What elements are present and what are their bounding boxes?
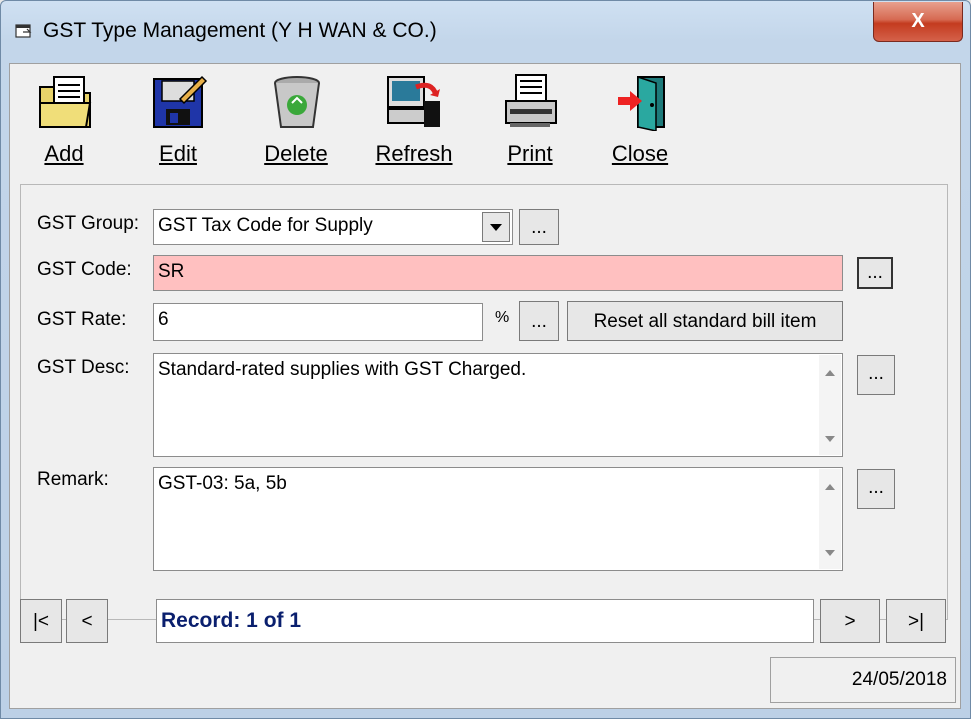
gst-group-browse-button[interactable]: ... xyxy=(519,209,559,245)
close-label: Close xyxy=(611,141,669,166)
app-icon xyxy=(15,24,32,38)
form-panel: GST Group: GST Tax Code for Supply ... G… xyxy=(20,184,948,620)
exit-door-icon xyxy=(618,75,665,131)
add-button[interactable]: Add xyxy=(14,69,114,177)
close-window-button[interactable]: X xyxy=(873,2,963,42)
client-area: Add Edit Delete Refresh Print Close GST … xyxy=(9,63,961,709)
scroll-up-icon xyxy=(825,370,835,376)
floppy-pencil-icon xyxy=(153,75,208,128)
refresh-button[interactable]: Refresh xyxy=(364,69,464,177)
percent-sign: % xyxy=(495,309,510,326)
gst-code-label: GST Code: xyxy=(37,259,132,280)
record-indicator: Record: 1 of 1 xyxy=(156,599,814,643)
scroll-up-icon xyxy=(825,484,835,490)
previous-record-button[interactable]: < xyxy=(66,599,108,643)
remark-value: GST-03: 5a, 5b xyxy=(158,473,287,494)
gst-rate-browse-button[interactable]: ... xyxy=(519,301,559,341)
window-title: GST Type Management (Y H WAN & CO.) xyxy=(43,19,437,42)
gst-desc-label: GST Desc: xyxy=(37,357,130,378)
last-record-button[interactable]: >| xyxy=(886,599,946,643)
desc-scrollbar[interactable] xyxy=(819,355,841,455)
gst-group-select[interactable]: GST Tax Code for Supply xyxy=(153,209,513,245)
remark-scrollbar[interactable] xyxy=(819,469,841,569)
gst-desc-browse-button[interactable]: ... xyxy=(857,355,895,395)
refresh-label: Refresh xyxy=(375,141,453,166)
gst-desc-textarea[interactable]: Standard-rated supplies with GST Charged… xyxy=(153,353,843,457)
printer-icon xyxy=(505,74,557,127)
gst-group-value: GST Tax Code for Supply xyxy=(158,215,373,236)
reset-standard-bill-button[interactable]: Reset all standard bill item xyxy=(567,301,843,341)
gst-rate-label: GST Rate: xyxy=(37,309,127,330)
print-button[interactable]: Print xyxy=(480,69,580,177)
remark-label: Remark: xyxy=(37,469,109,490)
status-date: 24/05/2018 xyxy=(770,657,956,703)
folder-document-icon xyxy=(39,76,92,128)
gst-code-input[interactable]: SR xyxy=(153,255,843,291)
dropdown-arrow-button[interactable] xyxy=(482,212,510,242)
scroll-down-icon xyxy=(825,436,835,442)
edit-button[interactable]: Edit xyxy=(128,69,228,177)
remark-textarea[interactable]: GST-03: 5a, 5b xyxy=(153,467,843,571)
recycle-bin-icon xyxy=(274,76,320,128)
computer-refresh-icon xyxy=(387,76,440,127)
delete-label: Delete xyxy=(264,141,328,166)
main-window: GST Type Management (Y H WAN & CO.) X Ad… xyxy=(0,0,971,719)
chevron-down-icon xyxy=(490,224,502,231)
remark-browse-button[interactable]: ... xyxy=(857,469,895,509)
gst-desc-value: Standard-rated supplies with GST Charged… xyxy=(158,359,527,380)
next-record-button[interactable]: > xyxy=(820,599,880,643)
delete-button[interactable]: Delete xyxy=(246,69,346,177)
gst-group-label: GST Group: xyxy=(37,213,140,234)
title-bar[interactable]: GST Type Management (Y H WAN & CO.) X xyxy=(1,1,970,63)
close-button[interactable]: Close xyxy=(590,69,690,177)
print-label: Print xyxy=(507,141,553,166)
first-record-button[interactable]: |< xyxy=(20,599,62,643)
edit-label: Edit xyxy=(159,141,197,166)
add-label: Add xyxy=(44,141,84,166)
gst-code-browse-button[interactable]: ... xyxy=(857,257,893,289)
scroll-down-icon xyxy=(825,550,835,556)
gst-rate-input[interactable]: 6 xyxy=(153,303,483,341)
